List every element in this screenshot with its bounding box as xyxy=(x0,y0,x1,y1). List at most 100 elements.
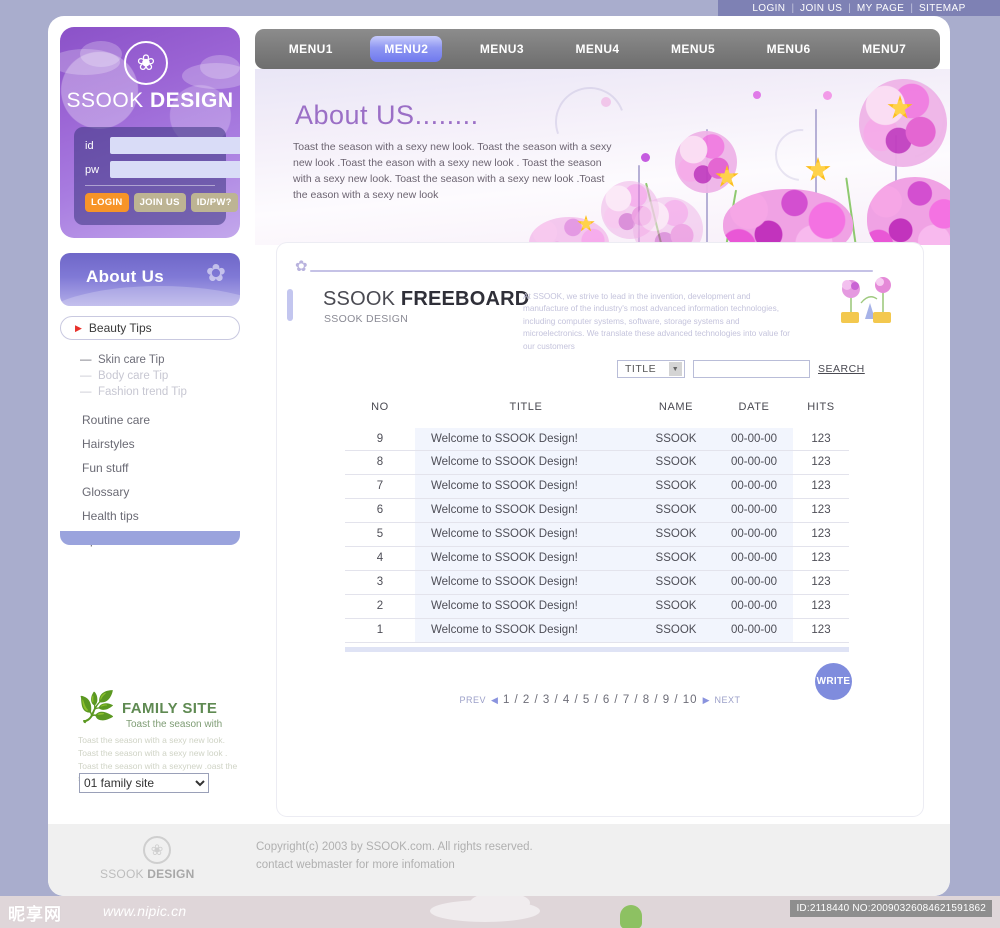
sidebar-header: About Us ✿ xyxy=(60,253,240,306)
nav-item-menu7[interactable]: MENU7 xyxy=(848,36,920,62)
small-flower xyxy=(601,97,611,107)
watermark-bar: 昵享网 www.nipic.cn ID:2118440 NO:200903260… xyxy=(0,896,1000,928)
login-pw-row: pw xyxy=(85,161,240,178)
table-row[interactable]: 7 Welcome to SSOOK Design! SSOOK 00-00-0… xyxy=(345,474,849,499)
cell-date: 00-00-00 xyxy=(715,474,793,499)
cell-no: 8 xyxy=(345,450,415,475)
flower-bush xyxy=(529,217,609,245)
topbar-separator: | xyxy=(791,2,795,14)
board-subtitle: SSOOK DESIGN xyxy=(324,313,409,325)
main-navigation: MENU1 MENU2 MENU3 MENU4 MENU5 MENU6 MENU… xyxy=(255,29,940,69)
triangle-right-icon: ▶ xyxy=(75,322,82,333)
table-row[interactable]: 9 Welcome to SSOOK Design! SSOOK 00-00-0… xyxy=(345,426,849,451)
topbar-link-login[interactable]: LOGIN xyxy=(752,3,785,14)
family-site-title: FAMILY SITE xyxy=(122,700,218,717)
cell-title[interactable]: Welcome to SSOOK Design! xyxy=(415,474,637,499)
table-row[interactable]: 2 Welcome to SSOOK Design! SSOOK 00-00-0… xyxy=(345,594,849,619)
column-header-title[interactable]: TITLE xyxy=(415,395,637,424)
table-row[interactable]: 3 Welcome to SSOOK Design! SSOOK 00-00-0… xyxy=(345,570,849,595)
sidebar-item-routine-care[interactable]: Routine care xyxy=(60,408,240,432)
cell-title[interactable]: Welcome to SSOOK Design! xyxy=(415,594,637,619)
sidebar-item-health-tips[interactable]: Health tips xyxy=(60,504,240,528)
search-input[interactable] xyxy=(693,360,810,378)
banner-headline: About US........ xyxy=(295,100,479,130)
cell-hits: 123 xyxy=(793,450,849,475)
column-header-no[interactable]: NO xyxy=(345,395,415,424)
board-table-body: 9 Welcome to SSOOK Design! SSOOK 00-00-0… xyxy=(345,426,849,643)
cell-date: 00-00-00 xyxy=(715,498,793,523)
pagination-next[interactable]: NEXT xyxy=(714,695,740,705)
plant-icon: 🌿 xyxy=(78,691,116,724)
nav-item-menu2[interactable]: MENU2 xyxy=(370,36,443,62)
topbar-separator: | xyxy=(910,2,913,14)
cell-title[interactable]: Welcome to SSOOK Design! xyxy=(415,498,637,523)
join-us-button[interactable]: JOIN US xyxy=(133,193,186,212)
triangle-right-icon[interactable]: ▶ xyxy=(703,695,710,706)
cell-name: SSOOK xyxy=(637,618,715,643)
sidebar-subitem-skin-care[interactable]: Skin care Tip xyxy=(60,352,240,368)
family-site-select[interactable]: 01 family site 02 family site 03 family … xyxy=(79,773,209,793)
sidebar-subitem-fashion-trend[interactable]: Fashion trend Tip xyxy=(60,384,240,400)
nav-item-menu1[interactable]: MENU1 xyxy=(275,36,347,62)
cell-hits: 123 xyxy=(793,474,849,499)
sidebar-subitem-body-care[interactable]: Body care Tip xyxy=(60,368,240,384)
sidebar-item-glossary[interactable]: Glossary xyxy=(60,480,240,504)
table-row[interactable]: 4 Welcome to SSOOK Design! SSOOK 00-00-0… xyxy=(345,546,849,571)
triangle-left-icon[interactable]: ◀ xyxy=(491,695,498,706)
board-title-bold: FREEBOARD xyxy=(400,288,530,310)
sidebar-item-hairstyles[interactable]: Hairstyles xyxy=(60,432,240,456)
table-header-row: NO TITLE NAME DATE HITS xyxy=(345,395,849,424)
topbar-link-my-page[interactable]: MY PAGE xyxy=(857,3,904,14)
pagination-prev[interactable]: PREV xyxy=(460,695,487,705)
footer-brand-light: SSOOK xyxy=(100,867,144,881)
sidebar-item-beauty-tips[interactable]: ▶ Beauty Tips xyxy=(60,316,240,340)
nav-item-menu5[interactable]: MENU5 xyxy=(657,36,729,62)
cell-title[interactable]: Welcome to SSOOK Design! xyxy=(415,618,637,643)
table-row[interactable]: 1 Welcome to SSOOK Design! SSOOK 00-00-0… xyxy=(345,618,849,643)
login-pw-input[interactable] xyxy=(110,161,240,178)
column-header-date[interactable]: DATE xyxy=(715,395,793,424)
search-field-select[interactable]: TITLE ▼ xyxy=(617,360,685,378)
chevron-down-icon: ▼ xyxy=(669,362,682,376)
login-submit-button[interactable]: LOGIN xyxy=(85,193,129,212)
cloud-decoration xyxy=(80,41,122,67)
topbar-link-join-us[interactable]: JOIN US xyxy=(800,3,842,14)
board-title-light: SSOOK xyxy=(323,288,396,310)
table-row[interactable]: 5 Welcome to SSOOK Design! SSOOK 00-00-0… xyxy=(345,522,849,547)
watermark-cn-logo: 昵享网 xyxy=(8,905,62,925)
board-search-row: TITLE ▼ SEARCH xyxy=(617,360,865,378)
flower-ball xyxy=(859,79,947,167)
column-header-hits[interactable]: HITS xyxy=(793,395,849,424)
footer-brand: SSOOK DESIGN xyxy=(100,867,194,881)
card-top-rule xyxy=(310,270,873,272)
table-row[interactable]: 8 Welcome to SSOOK Design! SSOOK 00-00-0… xyxy=(345,450,849,475)
topbar-link-sitemap[interactable]: SITEMAP xyxy=(919,3,966,14)
login-divider xyxy=(85,185,215,186)
watermark-url: www.nipic.cn xyxy=(103,903,187,919)
cell-title[interactable]: Welcome to SSOOK Design! xyxy=(415,570,637,595)
cell-no: 6 xyxy=(345,498,415,523)
cell-title[interactable]: Welcome to SSOOK Design! xyxy=(415,522,637,547)
sidebar-item-fun-stuff[interactable]: Fun stuff xyxy=(60,456,240,480)
cell-title[interactable]: Welcome to SSOOK Design! xyxy=(415,546,637,571)
cell-title[interactable]: Welcome to SSOOK Design! xyxy=(415,426,637,451)
topbar-separator: | xyxy=(848,2,851,14)
cell-name: SSOOK xyxy=(637,426,715,451)
nav-item-menu4[interactable]: MENU4 xyxy=(561,36,633,62)
flower-ball xyxy=(675,131,737,193)
table-row[interactable]: 6 Welcome to SSOOK Design! SSOOK 00-00-0… xyxy=(345,498,849,523)
login-panel: ❀ SSOOK DESIGN id pw LOGIN JOIN US ID/PW… xyxy=(60,27,240,238)
cell-no: 2 xyxy=(345,594,415,619)
top-utility-bar: LOGIN | JOIN US | MY PAGE | SITEMAP xyxy=(718,0,1000,16)
nav-item-menu3[interactable]: MENU3 xyxy=(466,36,538,62)
pagination-pages[interactable]: 1 / 2 / 3 / 4 / 5 / 6 / 7 / 8 / 9 / 10 xyxy=(503,694,698,706)
search-button[interactable]: SEARCH xyxy=(818,363,865,375)
nav-item-menu6[interactable]: MENU6 xyxy=(753,36,825,62)
pagination: PREV ◀ 1 / 2 / 3 / 4 / 5 / 6 / 7 / 8 / 9… xyxy=(277,694,923,706)
page-banner: About US........ Toast the season with a… xyxy=(255,69,950,245)
column-header-name[interactable]: NAME xyxy=(637,395,715,424)
cell-title[interactable]: Welcome to SSOOK Design! xyxy=(415,450,637,475)
login-brand-light: SSOOK xyxy=(66,89,144,112)
find-id-pw-button[interactable]: ID/PW? xyxy=(190,193,238,212)
login-id-input[interactable] xyxy=(110,137,240,154)
